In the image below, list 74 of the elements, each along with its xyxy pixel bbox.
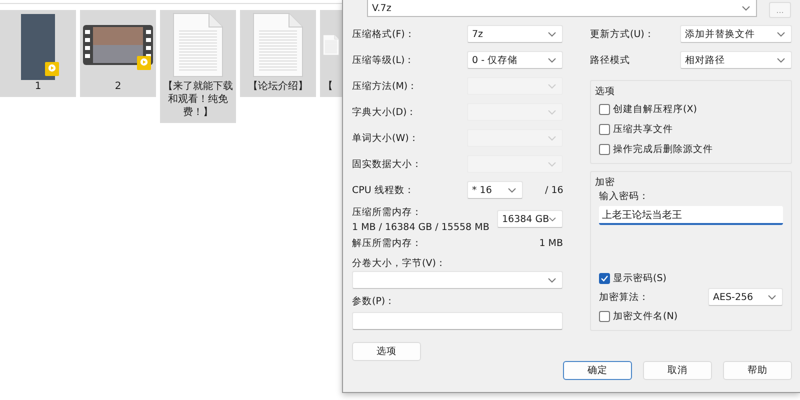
field-label: 字典大小(D)： — [352, 106, 417, 118]
field-label: 更新方式(U)： — [590, 28, 654, 40]
file-name: 【 — [323, 80, 333, 93]
archive-name-field[interactable]: V.7z — [367, 0, 757, 17]
field-label: 压缩等级(L)： — [352, 54, 415, 66]
dropdown[interactable]: 相对路径 — [680, 51, 792, 69]
chevron-down-icon — [548, 58, 556, 62]
group-title: 加密 — [595, 176, 616, 188]
checkbox[interactable] — [599, 144, 610, 154]
thread-total: / 16 — [545, 184, 564, 196]
checkbox-label: 加密文件名(N) — [613, 310, 678, 322]
dropdown[interactable]: 7z — [467, 25, 563, 43]
field-label: CPU 线程数： — [352, 184, 414, 196]
field-label: 固实数据大小： — [352, 158, 422, 170]
checkbox[interactable] — [599, 104, 610, 114]
chevron-down-icon — [768, 294, 776, 300]
dropdown[interactable]: 16384 GB — [497, 210, 563, 228]
file-name: 【论坛介绍】 — [247, 80, 309, 93]
file-tile[interactable]: 【论坛介绍】 — [240, 10, 316, 97]
dropdown[interactable]: AES-256 — [708, 288, 783, 306]
field-label: 参数(P)： — [352, 296, 396, 307]
chevron-down-icon — [742, 6, 750, 10]
chevron-down-icon — [548, 32, 556, 36]
file-name: 1 — [34, 80, 42, 93]
volume-size-dropdown[interactable] — [352, 271, 563, 289]
dropdown[interactable]: 添加并替换文件 — [680, 25, 792, 43]
field-label: 解压所需内存： — [352, 236, 422, 250]
file-name: 【来了就能下载和观看！纯免费！】 — [163, 80, 233, 119]
video-thumbnail — [83, 25, 153, 65]
password-field[interactable]: 上老王论坛当老王 — [599, 206, 783, 225]
player-badge-icon — [45, 62, 59, 76]
field-label: 路径模式 — [590, 54, 630, 66]
dialog-button[interactable]: 帮助 — [723, 361, 792, 380]
dialog-button[interactable]: 取消 — [643, 361, 712, 380]
field-label: 压缩所需内存： — [352, 206, 423, 218]
chevron-down-icon — [777, 58, 785, 62]
field-label: 输入密码： — [599, 190, 650, 203]
group-title: 选项 — [595, 85, 616, 97]
checkbox[interactable] — [599, 310, 610, 322]
player-badge-icon — [137, 56, 151, 70]
field-label: 加密算法： — [599, 290, 649, 304]
chevron-down-icon — [508, 188, 516, 192]
photo-placeholder — [21, 14, 55, 80]
chevron-down-icon — [548, 84, 556, 88]
options-button[interactable]: 选项 — [352, 342, 421, 361]
file-tile[interactable]: 1 — [0, 10, 76, 97]
chevron-down-icon — [548, 162, 556, 166]
document-icon — [253, 13, 303, 77]
checkbox[interactable] — [599, 124, 610, 134]
field-label: 分卷大小，字节(V)： — [352, 258, 446, 269]
memory-usage: 1 MB / 16384 GB / 15558 MB — [352, 222, 490, 232]
dialog-button[interactable]: 确定 — [563, 361, 632, 380]
field-label: 单词大小(W)： — [352, 132, 419, 144]
chevron-down-icon — [777, 32, 785, 36]
checkbox-label: 创建自解压程序(X) — [613, 102, 697, 116]
checkbox-label: 操作完成后删除源文件 — [613, 142, 713, 156]
chevron-down-icon — [548, 110, 556, 114]
file-tile[interactable]: 【 — [320, 10, 342, 97]
file-tile[interactable]: 2 — [80, 10, 156, 97]
dropdown[interactable]: 0 - 仅存储 — [467, 51, 563, 69]
checkbox-label: 压缩共享文件 — [613, 122, 673, 136]
checkbox[interactable] — [599, 272, 610, 284]
file-tile[interactable]: 【来了就能下载和观看！纯免费！】 — [160, 10, 236, 123]
chevron-down-icon — [548, 136, 556, 140]
checkbox-label: 显示密码(S) — [613, 272, 666, 284]
document-icon — [173, 13, 223, 77]
field-label: 压缩格式(F)： — [352, 28, 415, 40]
memory-usage: 1 MB — [539, 238, 563, 248]
dropdown[interactable]: * 16 — [467, 181, 523, 199]
field-label: 压缩方法(M)： — [352, 80, 418, 92]
chevron-down-icon — [548, 278, 556, 282]
parameters-field[interactable] — [352, 312, 563, 330]
chevron-down-icon — [549, 216, 556, 222]
file-name: 2 — [114, 80, 122, 93]
